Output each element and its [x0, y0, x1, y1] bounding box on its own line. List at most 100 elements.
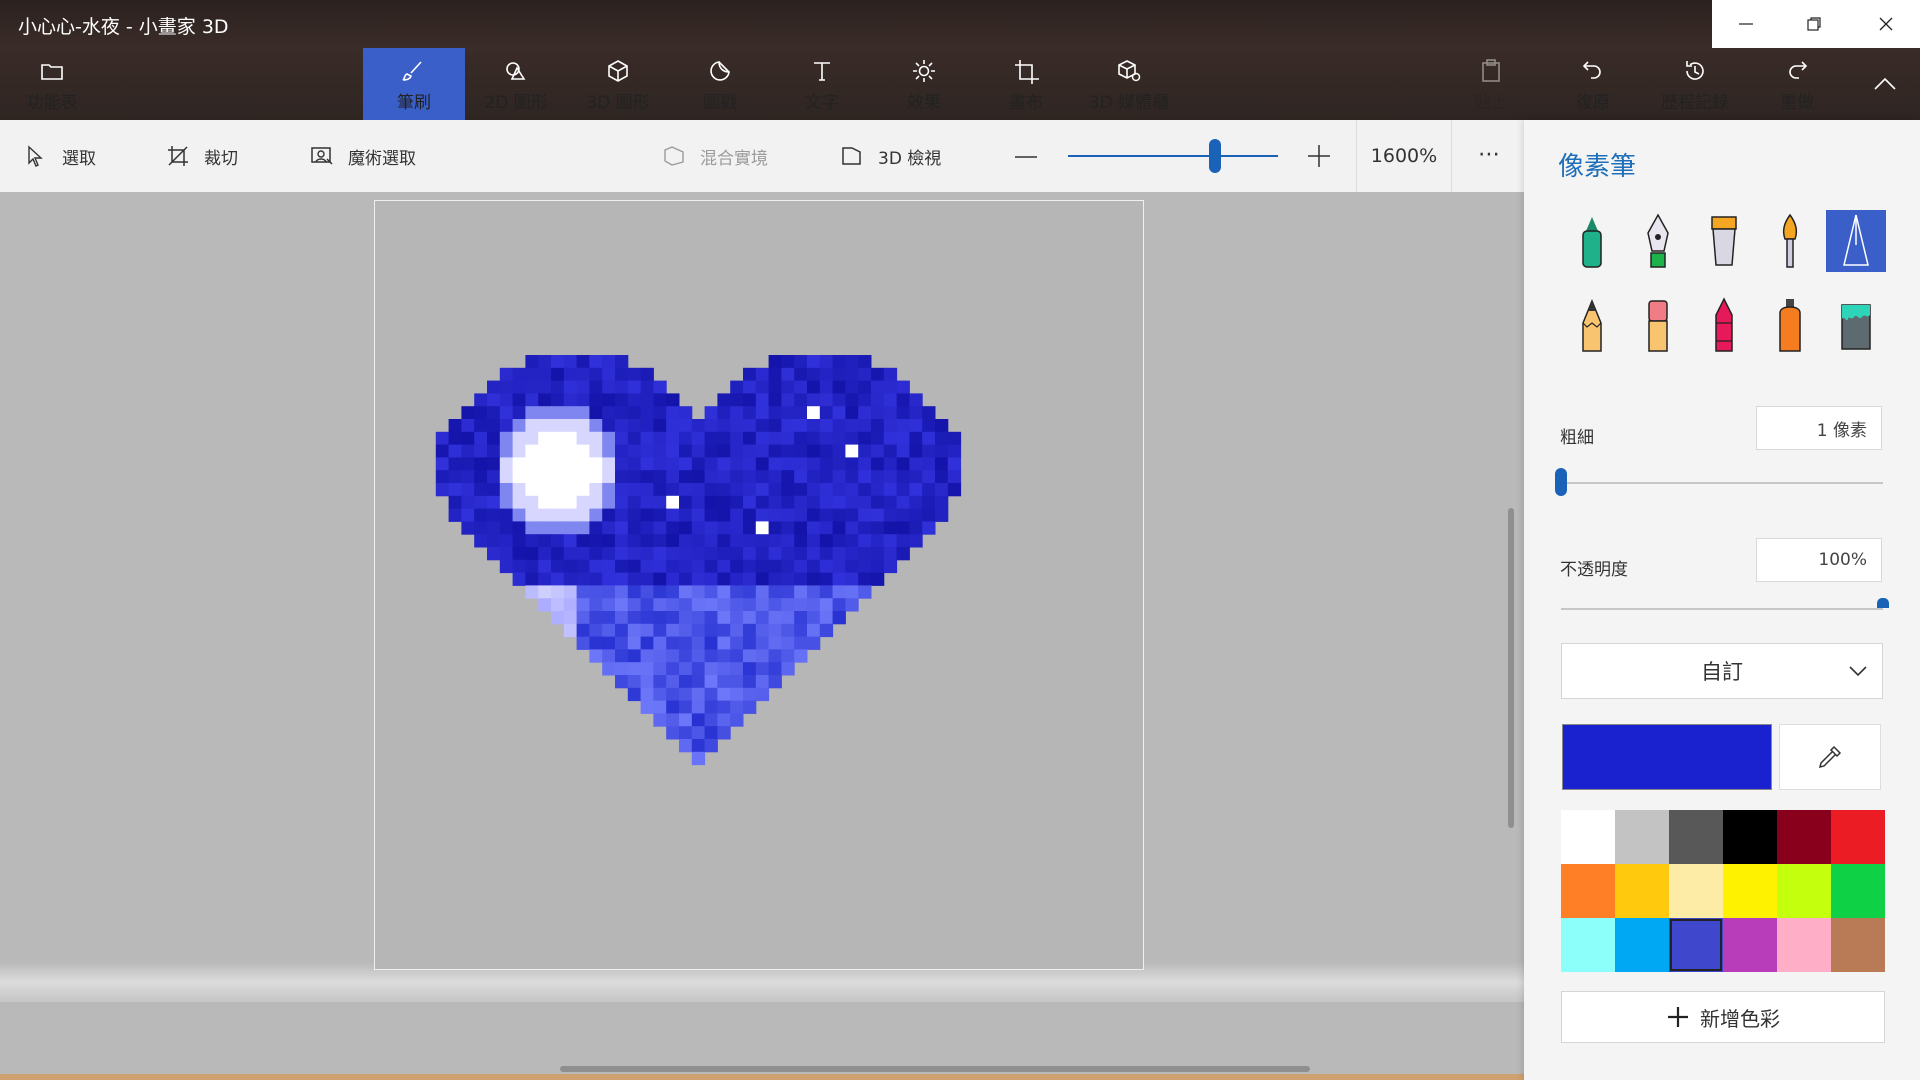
- magic-select-button[interactable]: 魔術選取: [310, 120, 416, 192]
- tab-brushes[interactable]: 筆刷: [363, 48, 465, 120]
- pixel: [679, 649, 693, 663]
- color-mode-dropdown[interactable]: 自訂: [1561, 643, 1883, 699]
- crayon-button[interactable]: [1694, 294, 1754, 356]
- pixel: [871, 559, 885, 574]
- restore-button[interactable]: [1780, 0, 1848, 48]
- palette-swatch[interactable]: [1615, 918, 1669, 972]
- close-button[interactable]: [1852, 0, 1920, 48]
- pixel: [807, 611, 821, 625]
- thickness-slider-track[interactable]: [1561, 482, 1883, 484]
- opacity-slider-track[interactable]: [1561, 608, 1883, 610]
- thickness-slider-thumb[interactable]: [1555, 468, 1567, 496]
- zoom-slider-thumb[interactable]: [1209, 139, 1221, 173]
- oil-brush-button[interactable]: [1694, 210, 1754, 272]
- tab-3d-shapes[interactable]: 3D 圖形: [567, 48, 669, 120]
- tab-3d-library[interactable]: 3D 媒體櫃: [1077, 48, 1181, 120]
- palette-swatch[interactable]: [1615, 864, 1669, 918]
- palette-swatch[interactable]: [1831, 810, 1885, 864]
- add-color-button[interactable]: 新增色彩: [1561, 991, 1885, 1043]
- watercolor-button[interactable]: [1760, 210, 1820, 272]
- palette-swatch[interactable]: [1615, 810, 1669, 864]
- marker-button[interactable]: [1562, 210, 1622, 272]
- history-button[interactable]: 歷程記錄: [1644, 48, 1746, 120]
- mixed-reality-button[interactable]: 混合實境: [662, 120, 768, 192]
- pixel: [743, 457, 757, 471]
- palette-swatch[interactable]: [1777, 918, 1831, 972]
- pixel: [551, 559, 565, 574]
- eyedropper-button[interactable]: [1779, 724, 1881, 790]
- palette-swatch[interactable]: [1561, 810, 1615, 864]
- horizontal-scrollbar[interactable]: [560, 1066, 1310, 1072]
- zoom-slider-track[interactable]: [1068, 155, 1278, 157]
- thickness-input[interactable]: 1 像素: [1756, 406, 1882, 450]
- zoom-value[interactable]: 1600%: [1356, 120, 1452, 192]
- pixel: [512, 444, 526, 458]
- pixel: [589, 572, 603, 586]
- pixel: [794, 611, 808, 625]
- pixel: [679, 611, 693, 625]
- redo-button[interactable]: 重做: [1746, 48, 1848, 120]
- tab-canvas[interactable]: 畫布: [975, 48, 1077, 120]
- pixel: [461, 508, 475, 522]
- palette-swatch[interactable]: [1723, 864, 1777, 918]
- palette-swatch[interactable]: [1561, 918, 1615, 972]
- palette-swatch[interactable]: [1831, 918, 1885, 972]
- drawing-canvas[interactable]: [374, 200, 1144, 970]
- pixel: [896, 470, 910, 484]
- pixel: [602, 611, 616, 625]
- undo-button[interactable]: 復原: [1542, 48, 1644, 120]
- palette-swatch[interactable]: [1831, 864, 1885, 918]
- opacity-input[interactable]: 100%: [1756, 538, 1882, 582]
- text-icon: [814, 62, 830, 81]
- select-button[interactable]: 選取: [24, 120, 96, 192]
- minimize-button[interactable]: [1712, 0, 1780, 48]
- pixel: [525, 355, 539, 369]
- pixel: [871, 380, 885, 394]
- eraser-button[interactable]: [1628, 294, 1688, 356]
- pixel: [499, 470, 514, 484]
- palette-swatch[interactable]: [1723, 810, 1777, 864]
- paste-button[interactable]: 貼上: [1440, 48, 1542, 120]
- pixel: [883, 521, 898, 535]
- pixel: [602, 457, 616, 471]
- pixel: [743, 521, 757, 535]
- sun-icon: [913, 60, 935, 82]
- tab-text[interactable]: 文字: [771, 48, 873, 120]
- pixel: [512, 547, 526, 561]
- palette-swatch[interactable]: [1777, 864, 1831, 918]
- pixel-pen-button[interactable]: [1826, 210, 1886, 272]
- palette-swatch[interactable]: [1669, 810, 1723, 864]
- palette-swatch[interactable]: [1723, 918, 1777, 972]
- tab-label: 筆刷: [397, 93, 431, 113]
- palette-swatch[interactable]: [1777, 810, 1831, 864]
- crop-button[interactable]: 裁切: [166, 120, 238, 192]
- pixel: [589, 559, 603, 574]
- palette-swatch[interactable]: [1669, 864, 1723, 918]
- collapse-toolbar-button[interactable]: [1860, 62, 1910, 106]
- spray-can-button[interactable]: [1760, 294, 1820, 356]
- vertical-scrollbar[interactable]: [1508, 508, 1514, 828]
- zoom-in-button[interactable]: [1306, 143, 1332, 169]
- view-3d-button[interactable]: 3D 檢視: [840, 120, 941, 192]
- pixel: [563, 547, 578, 561]
- palette-swatch[interactable]: [1669, 918, 1723, 972]
- current-color-swatch[interactable]: [1562, 724, 1772, 790]
- tab-effects[interactable]: 效果: [873, 48, 975, 120]
- pencil-button[interactable]: [1562, 294, 1622, 356]
- pixel: [704, 406, 718, 420]
- zoom-out-button[interactable]: [1012, 146, 1040, 166]
- menu-button[interactable]: 功能表: [0, 48, 104, 120]
- pixel: [576, 393, 590, 407]
- opacity-slider-thumb[interactable]: [1877, 598, 1889, 608]
- more-options-button[interactable]: ⋯: [1472, 142, 1506, 170]
- calligraphy-pen-button[interactable]: [1628, 210, 1688, 272]
- pixel: [563, 419, 578, 433]
- pixel: [832, 508, 846, 522]
- pixel: [679, 726, 693, 740]
- fill-bucket-button[interactable]: [1826, 294, 1886, 356]
- palette-swatch[interactable]: [1561, 864, 1615, 918]
- tab-2d-shapes[interactable]: 2D 圖形: [465, 48, 567, 120]
- tab-stickers[interactable]: 圖戳: [669, 48, 771, 120]
- pixel: [858, 495, 872, 510]
- pixel: [538, 406, 552, 420]
